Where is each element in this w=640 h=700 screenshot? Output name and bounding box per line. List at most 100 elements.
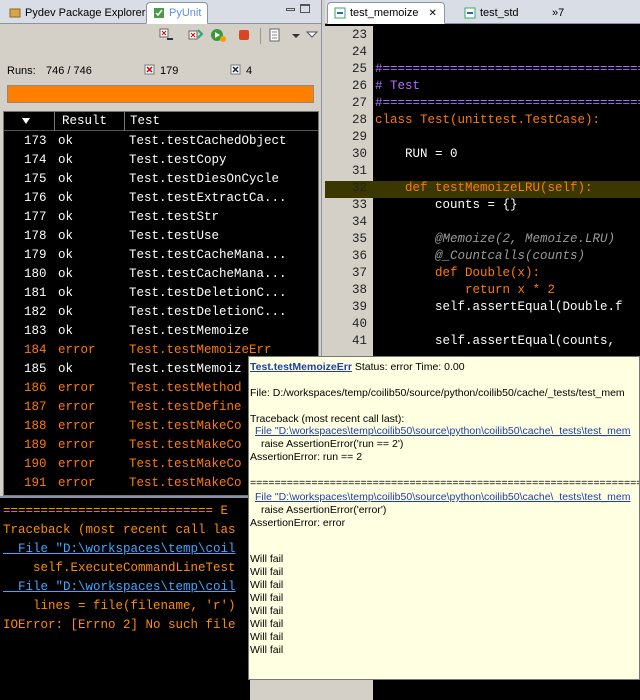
- table-row[interactable]: 179 ok Test.testCacheMana...: [4, 246, 309, 265]
- code-line[interactable]: 39 self.assertEqual(Double.f: [325, 300, 640, 317]
- line-number: 36: [351, 249, 367, 263]
- console-panel: ============================ E Traceback …: [0, 496, 250, 700]
- code-line[interactable]: 33 counts = {}: [325, 198, 640, 215]
- tab-test-std[interactable]: test_std: [457, 2, 526, 24]
- console-line: IOError: [Errno 2] No such file: [3, 618, 236, 632]
- progress-fill: [8, 86, 313, 102]
- code-line[interactable]: 34: [325, 215, 640, 232]
- row-test-name: Test.testDeletionC...: [129, 305, 287, 319]
- code-line[interactable]: 23: [325, 28, 640, 45]
- toolbar-separator: [260, 28, 261, 44]
- code-line[interactable]: 27 #=====================================…: [325, 96, 640, 113]
- tab-test-memoize[interactable]: test_memoize ✕: [327, 2, 445, 24]
- console-line[interactable]: File "D:\workspaces\temp\coil: [3, 580, 236, 594]
- history-dropdown-icon[interactable]: [288, 27, 304, 43]
- tooltip-link-1[interactable]: File "D:\workspaces\temp\coilib50\source…: [255, 425, 630, 437]
- test-result-tooltip: Test.testMemoizeErr Status: error Time: …: [248, 356, 640, 680]
- console-line: self.ExecuteCommandLineTest: [3, 561, 236, 575]
- row-number: 183: [24, 324, 47, 338]
- row-number: 175: [24, 172, 47, 186]
- code-line[interactable]: 36 @_Countcalls(counts): [325, 249, 640, 266]
- code-line[interactable]: 31: [325, 164, 640, 181]
- console-line[interactable]: File "D:\workspaces\temp\coil: [3, 542, 236, 556]
- code-line[interactable]: 41 self.assertEqual(counts,: [325, 334, 640, 351]
- stop-icon[interactable]: [236, 27, 252, 43]
- tab-package-explorer[interactable]: Pydev Package Explorer: [2, 2, 152, 24]
- row-number: 185: [24, 362, 47, 376]
- code-text: @_Countcalls(counts): [375, 249, 586, 263]
- table-row[interactable]: 174 ok Test.testCopy: [4, 151, 309, 170]
- line-number: 31: [351, 164, 367, 178]
- row-test-name: Test.testCachedObject: [129, 134, 287, 148]
- close-tab-icon[interactable]: ✕: [428, 8, 436, 19]
- failure-icon: [230, 64, 242, 76]
- next-failure-icon[interactable]: [158, 27, 174, 43]
- code-line[interactable]: 30 RUN = 0: [325, 147, 640, 164]
- table-row[interactable]: 176 ok Test.testExtractCa...: [4, 189, 309, 208]
- line-number: 35: [351, 232, 367, 246]
- code-text: #=======================================…: [375, 96, 640, 110]
- code-text: class Test(unittest.TestCase):: [375, 113, 601, 127]
- tooltip-status: Status: error Time: 0.00: [351, 361, 465, 373]
- tooltip-separator: ========================================…: [250, 477, 639, 489]
- code-line[interactable]: 32 def testMemoizeLRU(self):: [325, 181, 640, 198]
- tab-pyunit[interactable]: PyUnit: [146, 2, 209, 24]
- col-header-result[interactable]: Result: [62, 114, 107, 128]
- line-number: 32: [351, 181, 367, 195]
- row-number: 188: [24, 419, 47, 433]
- line-number: 34: [351, 215, 367, 229]
- table-row[interactable]: 178 ok Test.testUse: [4, 227, 309, 246]
- row-result: ok: [58, 210, 74, 224]
- row-number: 189: [24, 438, 47, 452]
- table-row[interactable]: 183 ok Test.testMemoize: [4, 322, 309, 341]
- col-header-test[interactable]: Test: [130, 114, 160, 128]
- col-separator: [124, 112, 125, 131]
- table-row[interactable]: 173 ok Test.testCachedObject: [4, 132, 309, 151]
- table-row[interactable]: 182 ok Test.testDeletionC...: [4, 303, 309, 322]
- row-number: 182: [24, 305, 47, 319]
- row-result: error: [58, 400, 96, 414]
- tab-overflow[interactable]: »7: [545, 2, 571, 24]
- code-line[interactable]: 35 @Memoize(2, Memoize.LRU): [325, 232, 640, 249]
- table-row[interactable]: 180 ok Test.testCacheMana...: [4, 265, 309, 284]
- row-test-name: Test.testCacheMana...: [129, 267, 287, 281]
- line-number: 33: [351, 198, 367, 212]
- code-line[interactable]: 25 #=====================================…: [325, 62, 640, 79]
- row-test-name: Test.testUse: [129, 229, 220, 243]
- code-line[interactable]: 28 class Test(unittest.TestCase):: [325, 113, 640, 130]
- code-line[interactable]: 26 # Test: [325, 79, 640, 96]
- row-test-name: Test.testDefine: [129, 400, 242, 414]
- tooltip-link-2[interactable]: File "D:\workspaces\temp\coilib50\source…: [255, 491, 630, 503]
- code-line[interactable]: 29: [325, 130, 640, 147]
- sort-arrow-icon[interactable]: [22, 118, 30, 124]
- table-row[interactable]: 175 ok Test.testDiesOnCycle: [4, 170, 309, 189]
- tooltip-traceback: Traceback (most recent call last):: [250, 413, 405, 425]
- code-text: #=======================================…: [375, 62, 640, 76]
- rerun-icon[interactable]: [210, 27, 226, 43]
- prev-failure-icon[interactable]: [188, 27, 204, 43]
- minimize-icon[interactable]: [286, 8, 295, 11]
- line-number: 26: [351, 79, 367, 93]
- table-row[interactable]: 177 ok Test.testStr: [4, 208, 309, 227]
- tooltip-error-2: AssertionError: error: [250, 517, 346, 529]
- history-icon[interactable]: [268, 27, 284, 43]
- code-line[interactable]: 37 def Double(x):: [325, 266, 640, 283]
- tooltip-test-link[interactable]: Test.testMemoizeErr: [250, 361, 352, 373]
- code-line[interactable]: 40: [325, 317, 640, 334]
- code-line[interactable]: 38 return x * 2: [325, 283, 640, 300]
- line-number: 23: [351, 28, 367, 42]
- row-number: 187: [24, 400, 47, 414]
- tooltip-raise-1: raise AssertionError('run == 2'): [261, 438, 404, 450]
- progress-bar: [7, 85, 314, 103]
- code-line[interactable]: 24: [325, 45, 640, 62]
- maximize-icon[interactable]: [300, 4, 310, 13]
- code-text: def Double(x):: [375, 266, 541, 280]
- tab-overflow-label: »7: [552, 7, 565, 19]
- view-menu-icon[interactable]: [304, 27, 320, 43]
- table-row[interactable]: 181 ok Test.testDeletionC...: [4, 284, 309, 303]
- row-test-name: Test.testDiesOnCycle: [129, 172, 280, 186]
- error-icon: [144, 64, 156, 76]
- row-test-name: Test.testExtractCa...: [129, 191, 287, 205]
- line-number: 39: [351, 300, 367, 314]
- line-number: 38: [351, 283, 367, 297]
